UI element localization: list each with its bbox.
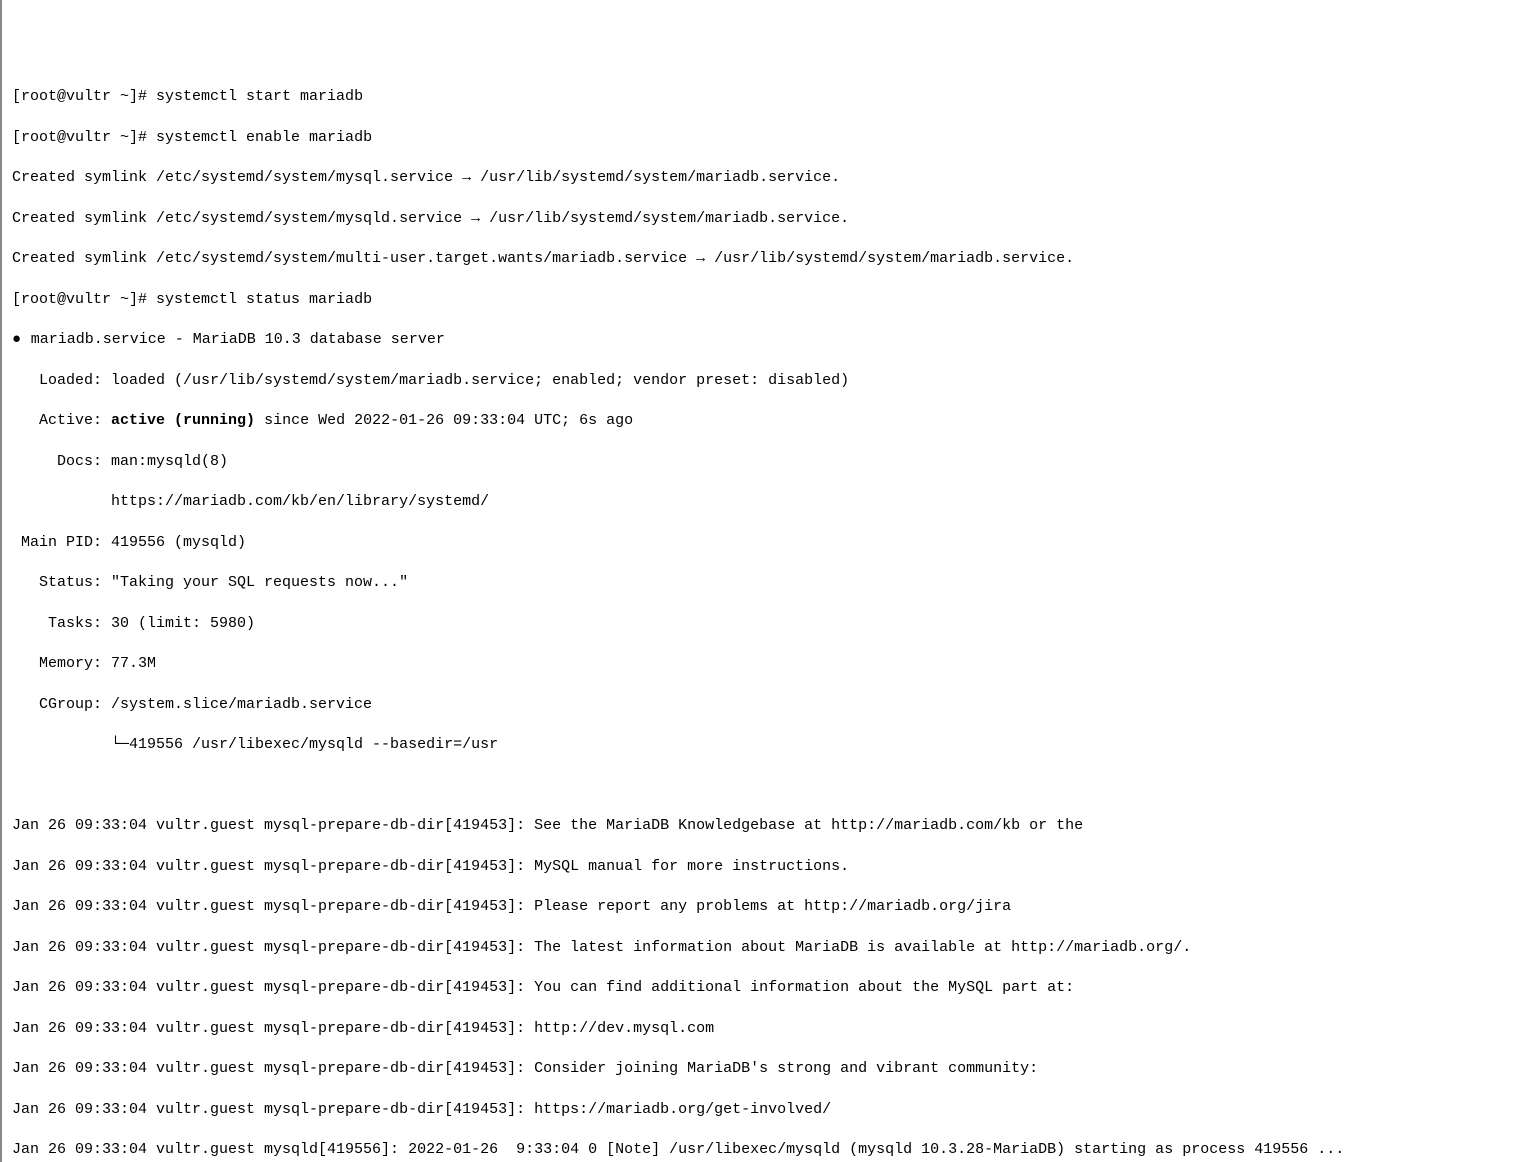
active-line: Active: active (running) since Wed 2022-… — [12, 411, 1526, 431]
loaded-line: Loaded: loaded (/usr/lib/systemd/system/… — [12, 371, 1526, 391]
active-label: Active: — [12, 412, 111, 429]
output-line: Created symlink /etc/systemd/system/mysq… — [12, 168, 1526, 188]
prompt-line-2: [root@vultr ~]# systemctl enable mariadb — [12, 128, 1526, 148]
memory-line: Memory: 77.3M — [12, 654, 1526, 674]
cgroup-line: CGroup: /system.slice/mariadb.service — [12, 695, 1526, 715]
docs-line: https://mariadb.com/kb/en/library/system… — [12, 492, 1526, 512]
shell-prompt: [root@vultr ~]# — [12, 88, 156, 105]
tasks-line: Tasks: 30 (limit: 5980) — [12, 614, 1526, 634]
shell-prompt: [root@vultr ~]# — [12, 129, 156, 146]
journal-line: Jan 26 09:33:04 vultr.guest mysqld[41955… — [12, 1140, 1526, 1160]
journal-line: Jan 26 09:33:04 vultr.guest mysql-prepar… — [12, 1100, 1526, 1120]
active-rest: since Wed 2022-01-26 09:33:04 UTC; 6s ag… — [255, 412, 633, 429]
output-line: Created symlink /etc/systemd/system/mysq… — [12, 209, 1526, 229]
status-line: Status: "Taking your SQL requests now...… — [12, 573, 1526, 593]
shell-command[interactable]: systemctl status mariadb — [156, 291, 372, 308]
active-state: active (running) — [111, 412, 255, 429]
journal-line: Jan 26 09:33:04 vultr.guest mysql-prepar… — [12, 1059, 1526, 1079]
journal-line: Jan 26 09:33:04 vultr.guest mysql-prepar… — [12, 816, 1526, 836]
blank-line — [12, 776, 1526, 796]
shell-command[interactable]: systemctl enable mariadb — [156, 129, 372, 146]
docs-line: Docs: man:mysqld(8) — [12, 452, 1526, 472]
prompt-line-1: [root@vultr ~]# systemctl start mariadb — [12, 87, 1526, 107]
unit-title: mariadb.service - MariaDB 10.3 database … — [22, 331, 445, 348]
journal-line: Jan 26 09:33:04 vultr.guest mysql-prepar… — [12, 1019, 1526, 1039]
status-bullet-icon: ● — [12, 330, 22, 350]
shell-prompt: [root@vultr ~]# — [12, 291, 156, 308]
journal-line: Jan 26 09:33:04 vultr.guest mysql-prepar… — [12, 857, 1526, 877]
mainpid-line: Main PID: 419556 (mysqld) — [12, 533, 1526, 553]
prompt-line-3: [root@vultr ~]# systemctl status mariadb — [12, 290, 1526, 310]
journal-line: Jan 26 09:33:04 vultr.guest mysql-prepar… — [12, 978, 1526, 998]
unit-header: ● mariadb.service - MariaDB 10.3 databas… — [12, 330, 1526, 350]
cgroup-child-line: └─419556 /usr/libexec/mysqld --basedir=/… — [12, 735, 1526, 755]
journal-line: Jan 26 09:33:04 vultr.guest mysql-prepar… — [12, 897, 1526, 917]
shell-command[interactable]: systemctl start mariadb — [156, 88, 363, 105]
output-line: Created symlink /etc/systemd/system/mult… — [12, 249, 1526, 269]
journal-line: Jan 26 09:33:04 vultr.guest mysql-prepar… — [12, 938, 1526, 958]
